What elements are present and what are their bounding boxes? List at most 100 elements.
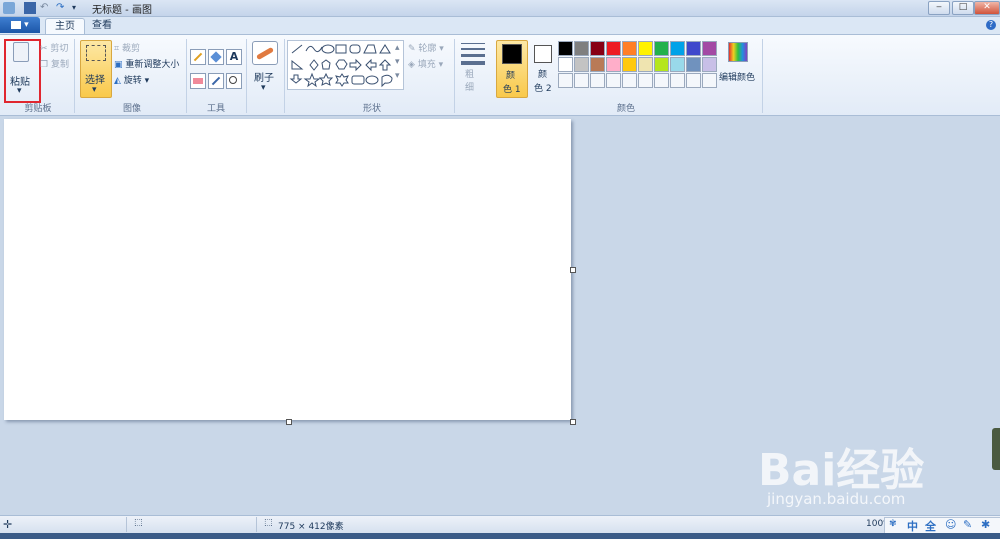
empty-color-slot[interactable] <box>702 73 717 88</box>
ribbon-tabs: ▾ 主页 查看 ? <box>0 17 1000 35</box>
save-icon[interactable] <box>24 2 36 14</box>
fill-icon[interactable] <box>208 49 224 65</box>
color-swatch[interactable] <box>686 57 701 72</box>
resize-handle-corner[interactable] <box>570 419 576 425</box>
watermark-url: jingyan.baidu.com <box>767 490 906 508</box>
empty-color-slot[interactable] <box>574 73 589 88</box>
tab-home[interactable]: 主页 <box>45 18 85 35</box>
shapes-icons <box>289 44 393 88</box>
color1-button[interactable]: 颜 色 1 <box>496 40 528 98</box>
ime-toolbar: ✾ 中 全 ☺ ✎ ✱ <box>884 517 1000 534</box>
paste-button[interactable]: 粘贴 ▾ <box>6 40 36 98</box>
empty-color-slot[interactable] <box>670 73 685 88</box>
maximize-button[interactable]: □ <box>952 1 974 15</box>
cut-label: 剪切 <box>50 44 69 54</box>
color-swatch[interactable] <box>638 41 653 56</box>
color-swatch[interactable] <box>590 41 605 56</box>
colors-group-label: 颜色 <box>616 104 635 114</box>
tab-view[interactable]: 查看 <box>83 18 121 34</box>
color-swatch[interactable] <box>574 57 589 72</box>
redo-icon[interactable]: ↷ <box>56 2 68 14</box>
tools-group-label: 工具 <box>206 104 225 114</box>
empty-color-slot[interactable] <box>622 73 637 88</box>
color-swatch[interactable] <box>574 41 589 56</box>
settings-icon[interactable]: ✱ <box>981 518 990 531</box>
selection-size-icon: ⬚ <box>134 518 143 528</box>
empty-color-slot[interactable] <box>654 73 669 88</box>
resize-handle-bottom[interactable] <box>286 419 292 425</box>
divider <box>256 517 257 532</box>
cut-button[interactable]: ✂ 剪切 <box>40 41 68 54</box>
color-swatch[interactable] <box>654 57 669 72</box>
color1-label-line2: 色 1 <box>503 85 521 95</box>
eraser-icon[interactable] <box>190 73 206 89</box>
outline-label: 轮廓 <box>418 44 437 54</box>
undo-icon[interactable]: ↶ <box>40 2 52 14</box>
resize-handle-right[interactable] <box>570 267 576 273</box>
color-swatch[interactable] <box>558 57 573 72</box>
empty-color-slot[interactable] <box>638 73 653 88</box>
color-swatch[interactable] <box>702 57 717 72</box>
minimize-button[interactable]: ‒ <box>928 1 950 15</box>
brushes-button[interactable]: 刷子 ▾ <box>250 39 280 95</box>
size-button[interactable]: 粗 细 <box>460 43 486 99</box>
shapes-scroll-down-icon[interactable]: ▾ <box>395 57 400 67</box>
pen-icon[interactable]: ✎ <box>963 518 972 531</box>
empty-color-slot[interactable] <box>590 73 605 88</box>
select-button[interactable]: 选择 ▾ <box>80 40 112 98</box>
color2-label-line1: 颜 <box>538 70 548 80</box>
color-swatch[interactable] <box>654 41 669 56</box>
text-icon[interactable]: A <box>226 49 242 65</box>
resize-button[interactable]: ▣ 重新调整大小 <box>114 57 179 70</box>
paint-app-icon[interactable] <box>3 2 15 14</box>
brush-icon <box>252 41 278 65</box>
menu-dropdown-arrow: ▾ <box>24 20 29 30</box>
fill-button[interactable]: ◈ 填充 ▾ <box>408 57 443 70</box>
help-icon[interactable]: ? <box>986 20 996 30</box>
ime-chinese-toggle[interactable]: 中 <box>907 518 918 534</box>
shapes-gallery[interactable] <box>287 40 404 90</box>
watermark-logo: Bai经验 <box>758 445 925 496</box>
image-size-icon: ⬚ <box>264 518 273 528</box>
drawing-canvas[interactable] <box>4 119 571 420</box>
customize-toolbar-icon[interactable]: ▾ <box>72 2 84 14</box>
close-button[interactable]: ✕ <box>974 1 1000 15</box>
color-swatch[interactable] <box>686 41 701 56</box>
color-swatch[interactable] <box>670 57 685 72</box>
fill-label: 填充 <box>417 60 436 70</box>
divider <box>284 39 285 113</box>
edit-colors-button[interactable]: 编辑颜色 <box>718 40 758 96</box>
color-picker-icon[interactable] <box>208 73 224 89</box>
crop-button[interactable]: ⌗ 裁剪 <box>114 41 140 54</box>
color2-button[interactable]: 颜 色 2 <box>530 40 556 96</box>
color-swatch[interactable] <box>638 57 653 72</box>
color-swatch[interactable] <box>558 41 573 56</box>
shapes-more-icon[interactable]: ▾ <box>395 71 400 81</box>
empty-color-slot[interactable] <box>686 73 701 88</box>
edit-colors-label: 编辑颜色 <box>719 73 756 83</box>
rotate-button[interactable]: ◭ 旋转 ▾ <box>114 73 149 86</box>
empty-color-slot[interactable] <box>558 73 573 88</box>
outline-button[interactable]: ✎ 轮廓 ▾ <box>408 41 444 54</box>
empty-color-slot[interactable] <box>606 73 621 88</box>
color-swatch[interactable] <box>590 57 605 72</box>
divider <box>246 39 247 113</box>
pencil-icon[interactable] <box>190 49 206 65</box>
app-menu-button[interactable]: ▾ <box>0 17 40 33</box>
color1-swatch <box>502 44 522 64</box>
color-swatch[interactable] <box>702 41 717 56</box>
color-swatch[interactable] <box>622 57 637 72</box>
shapes-scroll-up-icon[interactable]: ▴ <box>395 43 400 53</box>
ime-fullwidth-toggle[interactable]: 全 <box>925 518 936 534</box>
magnifier-icon[interactable] <box>226 73 242 89</box>
smiley-icon[interactable]: ☺ <box>945 518 956 531</box>
size-line-thickest <box>461 61 485 65</box>
color-swatch[interactable] <box>606 41 621 56</box>
paw-icon[interactable]: ✾ <box>889 519 897 529</box>
color-swatch[interactable] <box>670 41 685 56</box>
clipboard-icon <box>13 42 29 62</box>
copy-button[interactable]: ❐ 复制 <box>40 57 69 70</box>
color-swatch[interactable] <box>606 57 621 72</box>
color-swatch[interactable] <box>622 41 637 56</box>
side-widget[interactable] <box>992 428 1000 470</box>
